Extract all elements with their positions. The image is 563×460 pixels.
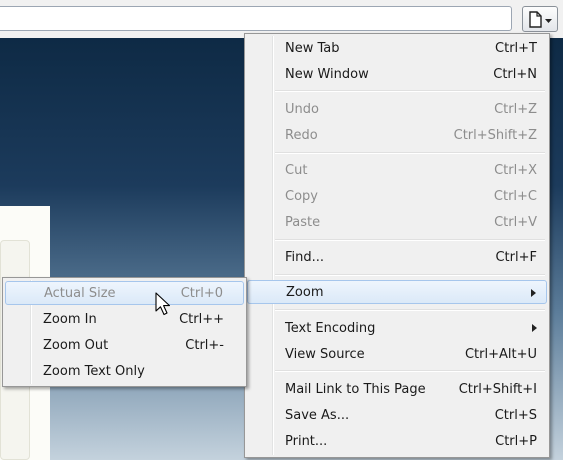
menu-item-label: Undo: [285, 102, 319, 117]
menu-item-shortcut: Ctrl+S: [494, 408, 537, 423]
menu-item-zoom-out[interactable]: Zoom Out Ctrl+-: [5, 333, 244, 357]
mouse-pointer-icon: [155, 292, 171, 316]
menu-item-label: Save As...: [285, 408, 350, 423]
page-menu-button[interactable]: [522, 6, 558, 32]
menu-item-label: Actual Size: [44, 286, 116, 301]
menu-item-mail-link[interactable]: Mail Link to This Page Ctrl+Shift+I: [247, 377, 547, 401]
menu-item-shortcut: Ctrl+T: [495, 41, 537, 56]
menu-item-label: Mail Link to This Page: [285, 382, 426, 397]
menu-item-shortcut: Ctrl+C: [493, 189, 537, 204]
menu-item-copy[interactable]: Copy Ctrl+C: [247, 184, 547, 208]
menu-separator: [275, 90, 545, 92]
menu-item-shortcut: Ctrl+-: [185, 338, 224, 353]
menu-separator: [275, 239, 545, 241]
menu-item-label: Redo: [285, 128, 318, 143]
menu-item-label: View Source: [285, 347, 365, 362]
menu-item-zoom-text-only[interactable]: Zoom Text Only: [5, 359, 244, 383]
menu-item-text-encoding[interactable]: Text Encoding: [247, 316, 547, 340]
menu-separator: [275, 152, 545, 154]
menu-item-shortcut: Ctrl+V: [494, 215, 537, 230]
menu-item-shortcut: Ctrl+Shift+Z: [453, 128, 537, 143]
menu-item-label: Text Encoding: [285, 321, 376, 336]
menu-item-shortcut: Ctrl+P: [495, 434, 537, 449]
menu-item-shortcut: Ctrl+N: [493, 67, 537, 82]
menu-item-cut[interactable]: Cut Ctrl+X: [247, 158, 547, 182]
menu-item-zoom-in[interactable]: Zoom In Ctrl++: [5, 307, 244, 331]
menu-item-shortcut: Ctrl+0: [180, 286, 223, 301]
menu-item-save-as[interactable]: Save As... Ctrl+S: [247, 403, 547, 427]
menu-item-zoom[interactable]: Zoom: [247, 280, 547, 304]
menu-item-label: Zoom Out: [43, 338, 109, 353]
menu-item-label: New Window: [285, 67, 369, 82]
menu-item-label: Print...: [285, 434, 328, 449]
menu-item-label: Find...: [285, 250, 325, 265]
menu-item-print[interactable]: Print... Ctrl+P: [247, 429, 547, 453]
page-menu: New Tab Ctrl+T New Window Ctrl+N Undo Ct…: [244, 33, 550, 458]
menu-item-find[interactable]: Find... Ctrl+F: [247, 245, 547, 269]
menu-item-shortcut: Ctrl++: [179, 312, 224, 327]
menu-separator: [275, 309, 545, 311]
menu-separator: [275, 274, 545, 276]
address-bar[interactable]: [0, 6, 512, 31]
menu-item-actual-size[interactable]: Actual Size Ctrl+0: [5, 281, 244, 305]
menu-item-redo[interactable]: Redo Ctrl+Shift+Z: [247, 123, 547, 147]
page-icon: [529, 11, 552, 28]
menu-item-label: Zoom Text Only: [43, 364, 145, 379]
chevron-right-icon: [531, 289, 536, 297]
menu-item-label: Paste: [285, 215, 321, 230]
menu-item-label: Zoom In: [43, 312, 97, 327]
menu-item-shortcut: Ctrl+Shift+I: [458, 382, 537, 397]
menu-separator: [275, 370, 545, 372]
menu-item-label: Copy: [285, 189, 318, 204]
zoom-submenu: Actual Size Ctrl+0 Zoom In Ctrl++ Zoom O…: [2, 277, 247, 387]
menu-item-label: Cut: [285, 163, 308, 178]
menu-item-new-window[interactable]: New Window Ctrl+N: [247, 62, 547, 86]
menu-item-shortcut: Ctrl+F: [495, 250, 537, 265]
chevron-right-icon: [532, 324, 537, 332]
menu-item-shortcut: Ctrl+Alt+U: [464, 347, 537, 362]
menu-item-label: Zoom: [286, 285, 324, 300]
dropdown-arrow-icon: [545, 19, 552, 23]
menu-item-paste[interactable]: Paste Ctrl+V: [247, 210, 547, 234]
menu-item-undo[interactable]: Undo Ctrl+Z: [247, 97, 547, 121]
menu-item-shortcut: Ctrl+Z: [494, 102, 537, 117]
menu-item-new-tab[interactable]: New Tab Ctrl+T: [247, 36, 547, 60]
menu-item-view-source[interactable]: View Source Ctrl+Alt+U: [247, 342, 547, 366]
menu-item-label: New Tab: [285, 41, 340, 56]
menu-item-shortcut: Ctrl+X: [494, 163, 537, 178]
